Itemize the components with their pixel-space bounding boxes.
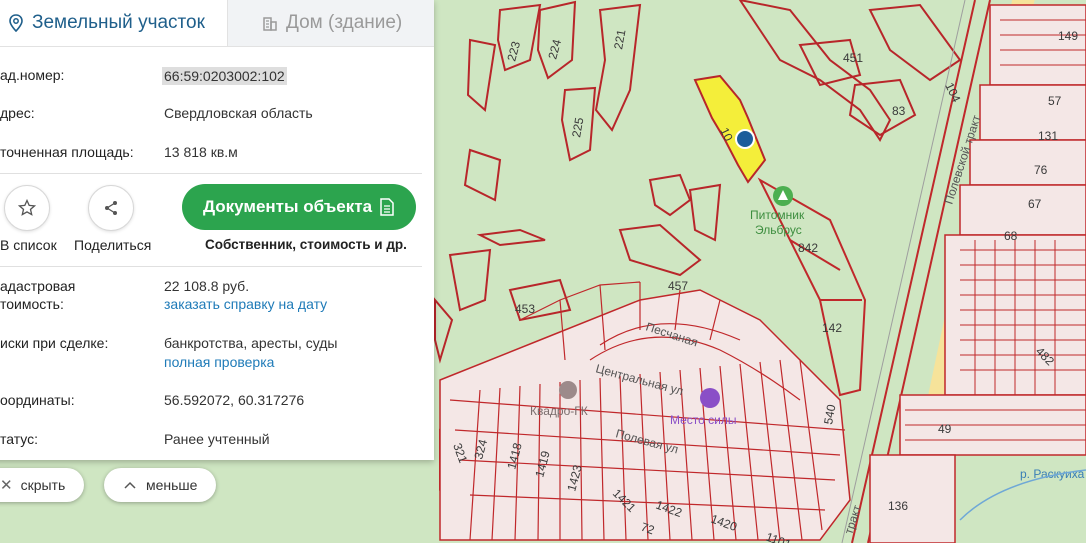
chevron-up-icon: [124, 481, 136, 489]
hide-label: скрыть: [20, 477, 66, 493]
share-button[interactable]: [88, 185, 134, 231]
address-label: дрес:: [0, 105, 35, 121]
parcel-number-label: 49: [938, 422, 952, 436]
less-label: меньше: [146, 477, 198, 493]
parcel-number-label: 57: [1048, 94, 1062, 108]
object-documents-button[interactable]: Документы объекта: [182, 184, 416, 230]
parcel-number-label: 76: [1034, 163, 1048, 177]
object-info-panel: Земельный участок Дом (здание) ад.номер:…: [0, 0, 434, 460]
add-to-list-caption[interactable]: В список: [0, 237, 57, 253]
status-label: татус:: [0, 431, 39, 447]
location-marker[interactable]: [735, 129, 755, 149]
poi-label-nursery-1: Питомник: [750, 208, 805, 222]
tab-land-label: Земельный участок: [32, 12, 205, 33]
cad-number-value[interactable]: 66:59:0203002:102: [162, 67, 287, 85]
share-caption[interactable]: Поделиться: [74, 237, 151, 253]
parcel-number-label: 453: [515, 302, 535, 316]
location-pin-icon: [9, 14, 23, 32]
parcel-number-label: 451: [843, 51, 863, 65]
poi-label-mesto: Место силы: [670, 413, 737, 427]
mesto-poi-icon[interactable]: [700, 388, 720, 408]
poi-label-nursery-2: Эльбрус: [755, 223, 802, 237]
poi-label-kvadro: Квадро-ГК: [530, 404, 588, 418]
parcel-number-label: 68: [1004, 229, 1018, 243]
area-label: точненная площадь:: [0, 144, 134, 160]
address-value: Свердловская область: [164, 105, 313, 121]
kvadro-poi-icon[interactable]: [559, 381, 577, 399]
documents-subtitle: Собственник, стоимость и др.: [205, 237, 407, 252]
tab-house[interactable]: Дом (здание): [227, 0, 434, 46]
risks-value: банкротства, аресты, суды: [164, 335, 338, 351]
area-value: 13 818 кв.м: [164, 144, 238, 160]
coordinates-value: 56.592072, 60.317276: [164, 392, 305, 408]
document-icon: [380, 198, 394, 216]
coordinates-label: оординаты:: [0, 392, 75, 408]
cadastral-cost-value: 22 108.8 руб.: [164, 278, 250, 294]
star-icon: [18, 199, 36, 216]
less-button[interactable]: меньше: [104, 468, 216, 502]
river-label: р. Раскуиха: [1020, 467, 1085, 481]
cadastral-cost-label-2: тоимость:: [0, 296, 64, 312]
parcel-number-label: 457: [668, 279, 688, 293]
order-certificate-link[interactable]: заказать справку на дату: [164, 296, 327, 312]
add-to-list-button[interactable]: [4, 185, 50, 231]
parcel-number-label: 149: [1058, 29, 1078, 43]
close-icon: ✕: [0, 477, 13, 494]
share-icon: [105, 201, 117, 215]
parcel-number-label: 67: [1028, 197, 1042, 211]
parcel-number-label: 842: [798, 241, 818, 255]
cadastral-cost-label-1: адастровая: [0, 278, 76, 294]
full-check-link[interactable]: полная проверка: [164, 354, 274, 370]
tab-house-label: Дом (здание): [286, 12, 403, 33]
tab-land-plot[interactable]: Земельный участок: [0, 0, 227, 46]
parcel-number-label: 131: [1038, 129, 1058, 143]
parcel-number-label: 142: [822, 321, 842, 335]
risks-label: иски при сделке:: [0, 335, 109, 351]
parcel-number-label: 136: [888, 499, 908, 513]
building-icon: [263, 17, 277, 31]
status-value: Ранее учтенный: [164, 431, 270, 447]
object-documents-label: Документы объекта: [202, 197, 373, 216]
hide-button[interactable]: ✕ скрыть: [0, 468, 84, 502]
parcel-number-label: 83: [892, 104, 906, 118]
cad-number-label: ад.номер:: [0, 67, 65, 83]
